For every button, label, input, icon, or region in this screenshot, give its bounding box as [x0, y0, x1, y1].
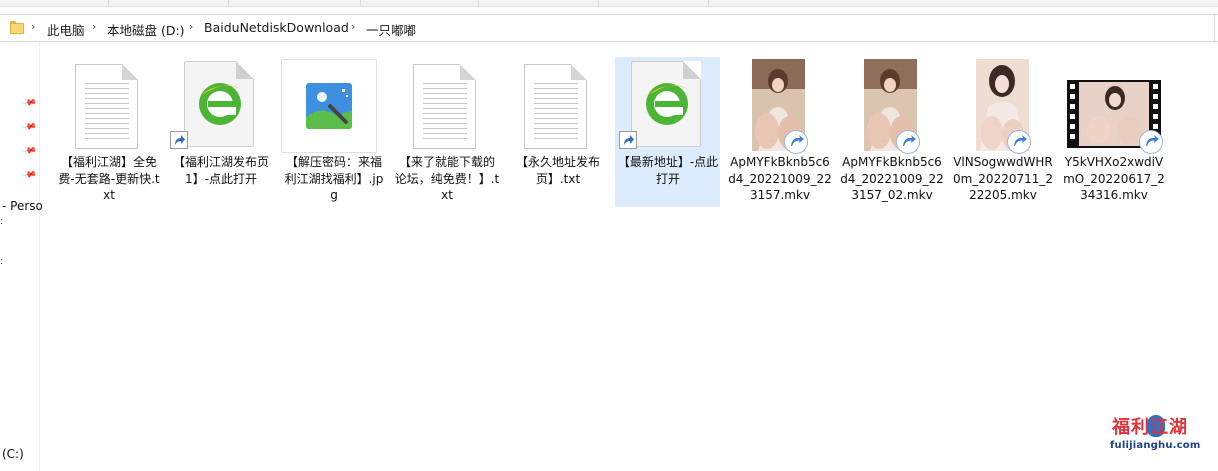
- breadcrumb-chevron-icon[interactable]: ›: [351, 20, 355, 33]
- nav-item-drive-c[interactable]: (C:): [2, 447, 24, 461]
- ribbon-divider: [598, 0, 599, 7]
- address-bar[interactable]: › 此电脑 › 本地磁盘 (D:) › BaiduNetdiskDownload…: [0, 14, 1218, 42]
- file-name: 【解压密码：来福利江湖找福利】.jpg: [284, 155, 384, 202]
- folder-icon: [10, 21, 24, 34]
- ie-shortcut-icon: [168, 57, 274, 153]
- text-file-icon: [56, 57, 162, 153]
- video-thumbnail: [950, 57, 1056, 154]
- file-name: 【永久地址发布页】.txt: [515, 155, 600, 186]
- file-name: 【来了就能下载的论坛，纯免费！】.txt: [394, 155, 500, 202]
- breadcrumb-this-pc[interactable]: 此电脑: [47, 20, 85, 39]
- ribbon-divider: [708, 0, 709, 7]
- shortcut-arrow-icon: [619, 131, 637, 149]
- pin-icon[interactable]: 📌: [22, 120, 37, 135]
- navigation-pane[interactable]: 📌 📌 📌 📌 - Perso : : (C:): [0, 42, 43, 471]
- ribbon-divider: [228, 0, 229, 7]
- file-name: Y5kVHXo2xwdiVmO_20220617_234316.mkv: [1063, 155, 1165, 202]
- shortcut-arrow-icon: [170, 131, 188, 149]
- file-item[interactable]: 【来了就能下载的论坛，纯免费！】.txt: [394, 57, 500, 207]
- ribbon-divider: [478, 0, 479, 7]
- breadcrumb-local-disk[interactable]: 本地磁盘 (D:): [107, 20, 185, 39]
- pin-icon[interactable]: 📌: [22, 144, 37, 159]
- file-name: ApMYFkBknb5c6d4_20221009_223157_02.mkv: [840, 155, 944, 202]
- file-item[interactable]: ApMYFkBknb5c6d4_20221009_223157_02.mkv: [839, 57, 945, 207]
- file-name: ApMYFkBknb5c6d4_20221009_223157.mkv: [728, 155, 832, 202]
- breadcrumb-chevron-icon[interactable]: ›: [31, 20, 35, 33]
- ie-shortcut-icon: [615, 57, 721, 153]
- breadcrumb-chevron-icon[interactable]: ›: [189, 20, 193, 33]
- address-bar-edge: [1214, 15, 1218, 41]
- file-item[interactable]: ApMYFkBknb5c6d4_20221009_223157.mkv: [727, 57, 833, 207]
- breadcrumb-baidu-download[interactable]: BaiduNetdiskDownload: [204, 20, 349, 35]
- file-item[interactable]: 【福利江湖】全免费-无套路-更新快.txt: [56, 57, 162, 207]
- file-name: VlNSogwwdWHR0m_20220711_222205.mkv: [952, 155, 1054, 202]
- pin-icon[interactable]: 📌: [22, 96, 37, 111]
- watermark-title: 福利江湖: [1112, 417, 1188, 438]
- text-file-icon: [505, 57, 611, 153]
- ribbon-strip: [0, 0, 1218, 7]
- video-play-badge-icon: [1139, 130, 1163, 154]
- nav-scroll-mark: :: [0, 256, 4, 267]
- text-file-icon: [394, 57, 500, 153]
- file-name: 【福利江湖】全免费-无套路-更新快.txt: [58, 155, 160, 202]
- file-item[interactable]: 【解压密码：来福利江湖找福利】.jpg: [281, 57, 387, 207]
- watermark-logo: 福利江湖 fulijianghu.com: [1110, 413, 1210, 459]
- video-play-badge-icon: [1007, 130, 1031, 154]
- file-name: 【福利江湖发布页1】-点此打开: [172, 155, 269, 186]
- file-item-selected[interactable]: 【最新地址】-点此打开: [615, 57, 720, 207]
- file-item[interactable]: VlNSogwwdWHR0m_20220711_222205.mkv: [950, 57, 1056, 207]
- file-name: 【最新地址】-点此打开: [617, 155, 719, 186]
- file-item[interactable]: Y5kVHXo2xwdiVmO_20220617_234316.mkv: [1061, 57, 1167, 207]
- ribbon-divider: [108, 0, 109, 7]
- video-thumbnail: [839, 57, 945, 154]
- video-thumbnail: [1061, 57, 1167, 154]
- pin-icon[interactable]: 📌: [22, 168, 37, 183]
- file-item[interactable]: 【福利江湖发布页1】-点此打开: [168, 57, 274, 207]
- breadcrumb-current-folder[interactable]: 一只嘟嘟: [366, 20, 416, 39]
- file-item[interactable]: 【永久地址发布页】.txt: [505, 57, 611, 207]
- video-play-badge-icon: [896, 130, 920, 154]
- breadcrumb-chevron-icon[interactable]: ›: [92, 20, 96, 33]
- video-thumbnail: [727, 57, 833, 154]
- watermark-url: fulijianghu.com: [1110, 440, 1201, 451]
- nav-scroll-mark: :: [0, 216, 4, 227]
- nav-item-onedrive-personal[interactable]: - Perso: [2, 199, 43, 213]
- video-play-badge-icon: [784, 130, 808, 154]
- ribbon-divider: [360, 0, 361, 7]
- image-file-icon: [281, 57, 387, 153]
